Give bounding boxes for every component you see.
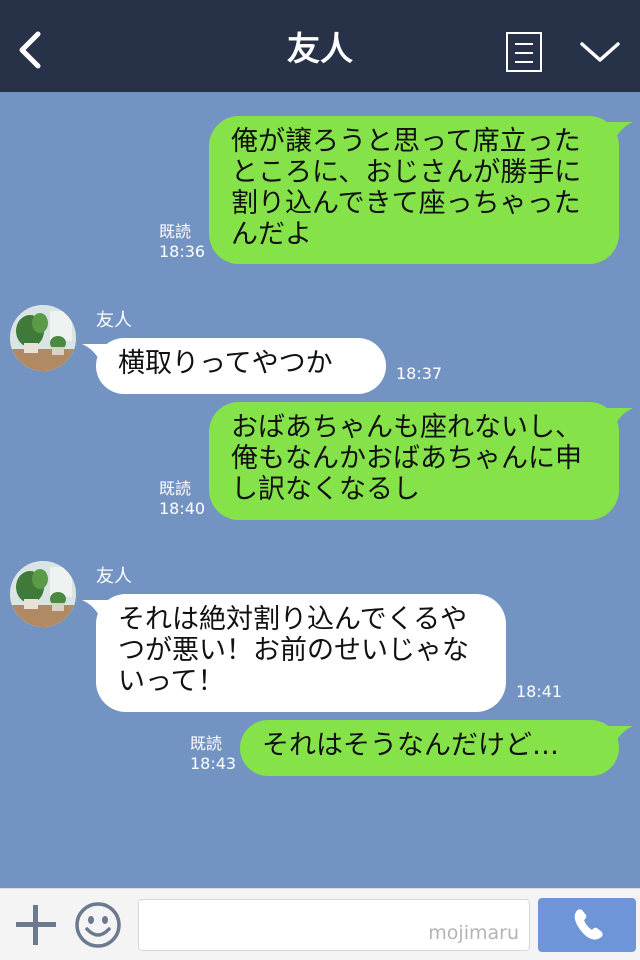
message-time: 18:40 (159, 499, 206, 518)
notes-button[interactable] (506, 32, 542, 72)
bubble-tail (82, 600, 108, 622)
message-text: それはそうなんだけど… (262, 730, 559, 761)
message-text: 横取りってやつか (118, 348, 333, 379)
chat-title: 友人 (287, 29, 353, 68)
plant-avatar-icon (10, 305, 76, 371)
notes-icon (515, 43, 533, 45)
sender-name: 友人 (96, 310, 132, 331)
message-time: 18:43 (190, 754, 237, 773)
message-text: それは絶対割り込んでくるやつが悪い！お前のせいじゃないって！ (118, 604, 469, 697)
message-time: 18:41 (516, 682, 563, 701)
chat-header: 友人 (0, 0, 640, 92)
phone-icon (574, 909, 603, 940)
emoji-button[interactable] (74, 901, 122, 949)
message-bubble-sent[interactable]: 俺が譲ろうと思って席立ったところに、おじさんが勝手に割り込んできて座っちゃったん… (209, 116, 633, 264)
message-bubble-received[interactable]: それは絶対割り込んでくるやつが悪い！お前のせいじゃないって！ (82, 594, 506, 712)
smiley-icon (75, 902, 121, 948)
message-bubble-sent[interactable]: おばあちゃんも座れないし、俺もなんかおばあちゃんに申し訳なくなるし (209, 402, 633, 520)
collapse-button[interactable] (578, 34, 622, 70)
message-text: 俺が譲ろうと思って席立ったところに、おじさんが勝手に割り込んできて座っちゃったん… (231, 126, 582, 250)
chevron-down-icon (580, 42, 620, 62)
avatar[interactable] (10, 305, 76, 371)
message-time: 18:36 (159, 242, 206, 261)
message-text: おばあちゃんも座れないし、俺もなんかおばあちゃんに申し訳なくなるし (231, 412, 582, 505)
bubble-tail (607, 122, 633, 144)
bubble-tail (607, 408, 633, 430)
bubble-tail (607, 726, 633, 748)
watermark: mojimaru (428, 922, 519, 944)
bubble-tail (82, 344, 108, 366)
attach-button[interactable] (14, 903, 58, 947)
sender-name: 友人 (96, 566, 132, 587)
plus-icon (16, 905, 56, 945)
chat-area[interactable]: 既読 18:36 俺が譲ろうと思って席立ったところに、おじさんが勝手に割り込んで… (0, 92, 640, 888)
message-input[interactable]: mojimaru (138, 899, 530, 951)
input-bar: mojimaru (0, 888, 640, 960)
message-bubble-received[interactable]: 横取りってやつか (82, 338, 386, 394)
message-bubble-sent[interactable]: それはそうなんだけど… (240, 720, 633, 776)
read-receipt: 既読 18:40 (159, 479, 206, 518)
read-receipt: 既読 18:43 (190, 734, 237, 773)
read-receipt: 既読 18:36 (159, 222, 206, 261)
call-button[interactable] (538, 898, 636, 952)
plant-avatar-icon (10, 561, 76, 627)
avatar[interactable] (10, 561, 76, 627)
message-time: 18:37 (396, 364, 443, 383)
